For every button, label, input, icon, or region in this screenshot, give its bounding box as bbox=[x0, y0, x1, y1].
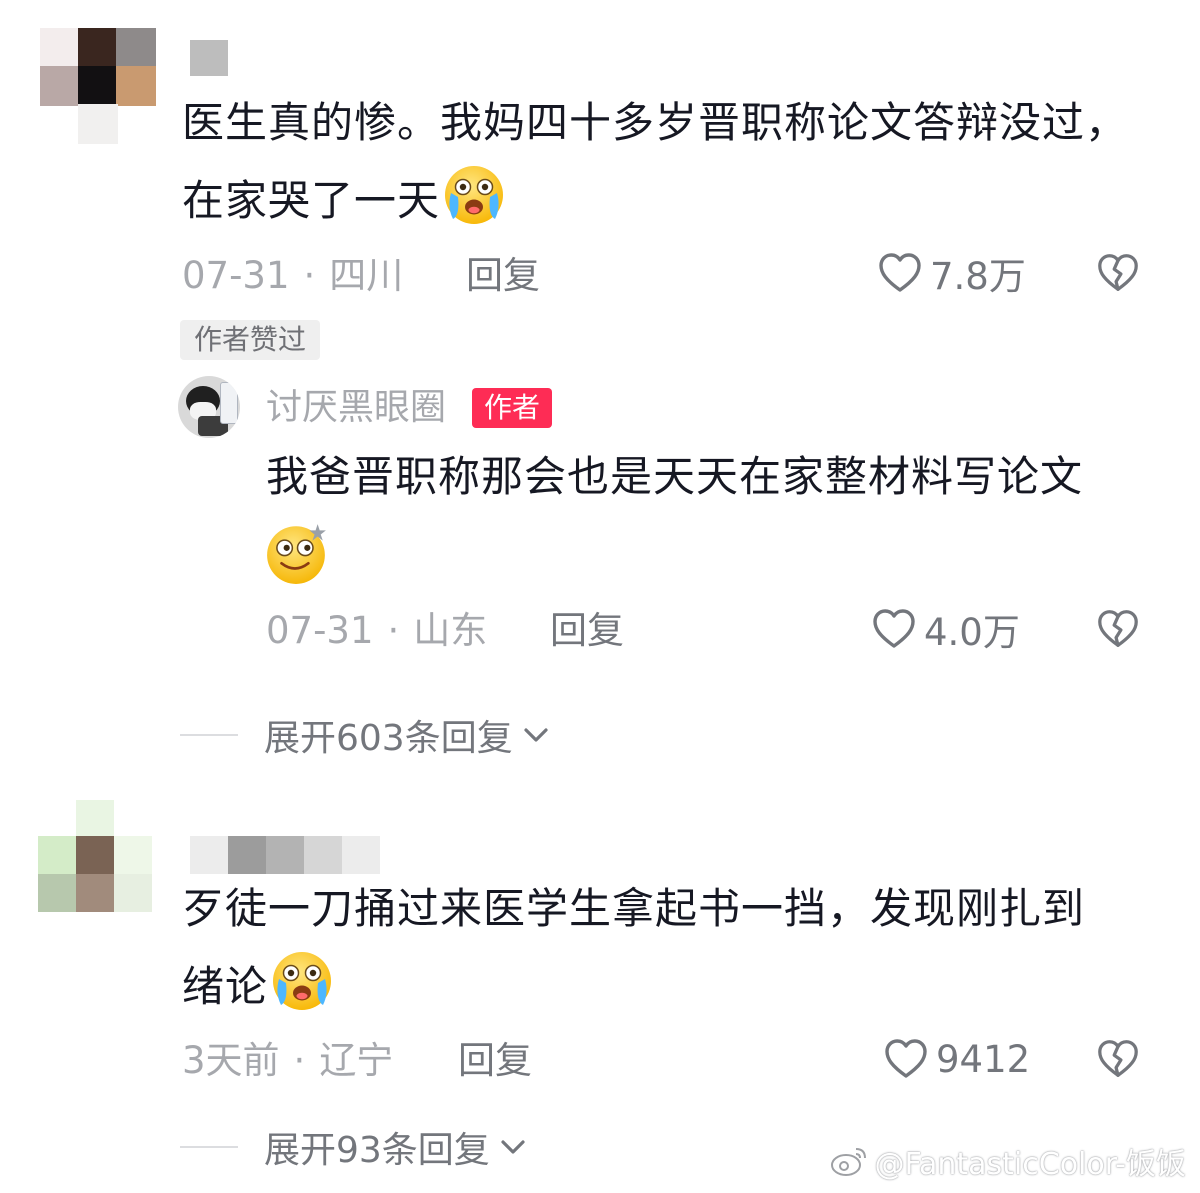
comment-meta: 3天前 · 辽宁 bbox=[182, 1038, 393, 1084]
reply-meta: 07-31 · 山东 bbox=[266, 608, 487, 654]
divider-line bbox=[180, 734, 238, 736]
avatar[interactable] bbox=[40, 28, 160, 148]
watermark: @FantasticColor-饭饭 bbox=[829, 1139, 1187, 1183]
chevron-down-icon bbox=[498, 1132, 528, 1162]
comment-date: 3天前 bbox=[182, 1039, 280, 1082]
expand-replies-label: 展开603条回复 bbox=[264, 718, 513, 759]
reply-location: 山东 bbox=[413, 609, 488, 652]
crying-laughing-emoji bbox=[442, 163, 506, 227]
broken-heart-icon[interactable] bbox=[1095, 250, 1141, 296]
reply-reply-button[interactable]: 回复 bbox=[550, 608, 624, 654]
comment-text-line-2: 在家哭了一天 bbox=[182, 162, 1182, 240]
comment-text-line-1: 歹徒一刀捅过来医学生拿起书一挡，发现刚扎到 bbox=[182, 884, 1086, 933]
meta-separator: · bbox=[387, 609, 400, 652]
like-count: 9412 bbox=[936, 1037, 1031, 1081]
weibo-logo-icon bbox=[830, 1148, 866, 1176]
reply-button[interactable]: 回复 bbox=[466, 253, 540, 299]
chevron-down-icon bbox=[521, 720, 551, 750]
reply-avatar[interactable] bbox=[178, 376, 240, 438]
username-blurred[interactable] bbox=[190, 40, 230, 76]
heart-icon bbox=[882, 1035, 930, 1083]
comment-text-line-1: 医生真的惨。我妈四十多岁晋职称论文答辩没过， bbox=[182, 98, 1129, 147]
reply-like-count: 4.0万 bbox=[924, 611, 1020, 654]
divider-line bbox=[180, 1146, 238, 1148]
crying-laughing-emoji bbox=[270, 949, 334, 1013]
expand-replies-button[interactable]: 展开93条回复 bbox=[180, 1124, 528, 1171]
reply-text-line: 我爸晋职称那会也是天天在家整材料写论文 bbox=[266, 452, 1084, 501]
watermark-text: @FantasticColor-饭饭 bbox=[874, 1147, 1187, 1182]
comment-text-line-2: 绪论 bbox=[182, 948, 1182, 1026]
author-tag: 作者 bbox=[472, 388, 553, 428]
heart-icon bbox=[876, 249, 924, 297]
author-liked-badge: 作者赞过 bbox=[180, 320, 321, 360]
comment-text: 医生真的惨。我妈四十多岁晋职称论文答辩没过， 在家哭了一天 bbox=[182, 84, 1182, 240]
meta-separator: · bbox=[303, 254, 316, 297]
reply-username[interactable]: 讨厌黑眼圈 bbox=[266, 386, 446, 430]
comment-location: 四川 bbox=[329, 254, 404, 297]
like-button[interactable]: 9412 bbox=[882, 1036, 1030, 1082]
meta-separator: · bbox=[293, 1039, 306, 1082]
comment-text: 歹徒一刀捅过来医学生拿起书一挡，发现刚扎到 绪论 bbox=[182, 870, 1182, 1026]
comment-meta: 07-31 · 四川 bbox=[182, 253, 403, 299]
reply-text: 我爸晋职称那会也是天天在家整材料写论文 bbox=[266, 438, 1166, 516]
like-count: 7.8万 bbox=[930, 255, 1026, 298]
reply-button[interactable]: 回复 bbox=[458, 1038, 532, 1084]
comment-date: 07-31 bbox=[182, 254, 290, 297]
comment-location: 辽宁 bbox=[319, 1039, 394, 1082]
like-button[interactable]: 7.8万 bbox=[876, 249, 1026, 298]
reply-date: 07-31 bbox=[266, 609, 374, 652]
reply-like-button[interactable]: 4.0万 bbox=[870, 605, 1020, 654]
dazed-emoji bbox=[264, 520, 330, 586]
heart-icon bbox=[870, 605, 918, 653]
expand-replies-label: 展开93条回复 bbox=[264, 1130, 490, 1171]
broken-heart-icon[interactable] bbox=[1095, 606, 1141, 652]
broken-heart-icon[interactable] bbox=[1095, 1036, 1141, 1082]
expand-replies-button[interactable]: 展开603条回复 bbox=[180, 712, 551, 759]
avatar[interactable] bbox=[38, 800, 156, 916]
username-blurred[interactable] bbox=[190, 836, 380, 874]
